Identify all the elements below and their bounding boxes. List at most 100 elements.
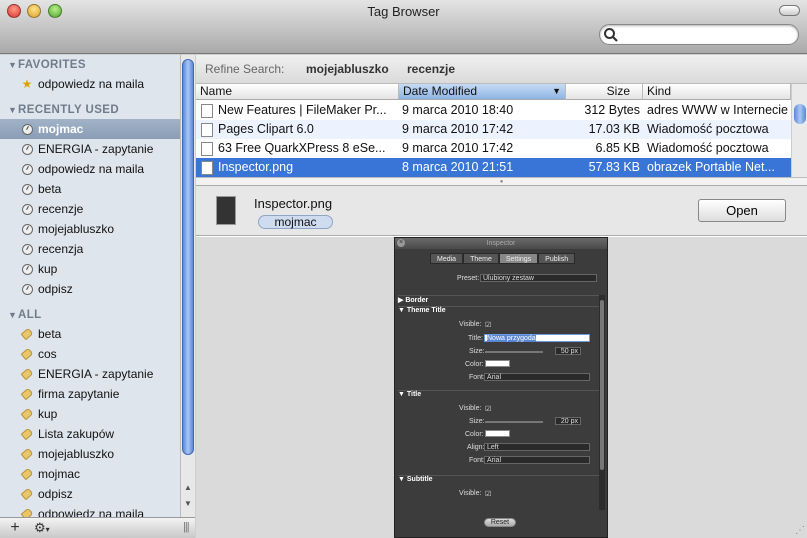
table-cell-kind: obrazek Portable Net... bbox=[647, 160, 775, 174]
sidebar-item[interactable]: ENERGIA - zapytanie bbox=[0, 139, 180, 159]
inspector-screenshot-preview: × Inspector Media Theme Settings Publish… bbox=[394, 237, 608, 538]
table-cell-size: 57.83 KB bbox=[588, 160, 640, 174]
refine-tag-mojejabluszko[interactable]: mojejabluszko bbox=[306, 62, 389, 76]
inspector-scrollbar bbox=[599, 295, 605, 510]
sidebar-item[interactable]: mojmac bbox=[0, 464, 180, 484]
sidebar-item[interactable]: kup bbox=[0, 404, 180, 424]
clock-icon bbox=[21, 263, 33, 275]
size-slider-2 bbox=[485, 421, 543, 423]
color-label-2: Color: bbox=[465, 431, 484, 438]
font-field-2: Arial bbox=[484, 456, 590, 464]
sidebar-item-label: odpowiedz na maila bbox=[38, 507, 145, 517]
sidebar-scrollbar[interactable]: ▲ ▼ bbox=[180, 55, 195, 517]
table-scroll-thumb[interactable] bbox=[794, 104, 806, 124]
table-cell-date: 8 marca 2010 21:51 bbox=[402, 160, 514, 174]
sidebar-item-label: odpisz bbox=[38, 487, 73, 501]
table-scrollbar[interactable] bbox=[791, 84, 807, 177]
border-section: ▶ Border bbox=[398, 295, 600, 304]
table-cell-date: 9 marca 2010 18:40 bbox=[402, 103, 514, 117]
tag-icon bbox=[20, 347, 34, 361]
sidebar-item[interactable]: mojmac bbox=[0, 119, 180, 139]
tag-icon bbox=[20, 387, 34, 401]
scroll-down-arrow-icon[interactable]: ▼ bbox=[184, 499, 192, 508]
resize-grip-icon[interactable]: ⋰ bbox=[795, 525, 805, 536]
file-icon bbox=[201, 142, 213, 156]
add-button[interactable]: + bbox=[5, 519, 25, 537]
table-cell-date: 9 marca 2010 17:42 bbox=[402, 122, 514, 136]
sidebar-item[interactable]: kup bbox=[0, 259, 180, 279]
refine-search-bar: Refine Search: mojejabluszko recenzje bbox=[196, 55, 807, 84]
sidebar-item[interactable]: cos bbox=[0, 344, 180, 364]
column-header-kind[interactable]: Kind bbox=[643, 84, 791, 100]
favorites-header[interactable]: ▼FAVORITES bbox=[8, 59, 86, 71]
column-header-size[interactable]: Size bbox=[566, 84, 643, 100]
search-field[interactable] bbox=[599, 24, 799, 45]
open-button[interactable]: Open bbox=[698, 199, 786, 222]
table-row[interactable]: New Features | FileMaker Pr... 9 marca 20… bbox=[196, 101, 791, 120]
sidebar-item-label: beta bbox=[38, 182, 62, 196]
sidebar-item[interactable]: recenzja bbox=[0, 239, 180, 259]
file-thumbnail bbox=[216, 196, 236, 225]
recently-used-header[interactable]: ▼RECENTLY USED bbox=[8, 104, 119, 116]
window-title: Tag Browser bbox=[367, 4, 440, 19]
sidebar-item-label: Lista zakupów bbox=[38, 427, 115, 441]
column-header-name[interactable]: Name bbox=[196, 84, 399, 100]
results-table: Name Date Modified ▼ Size Kind New Featur… bbox=[196, 84, 791, 177]
tag-icon bbox=[20, 487, 34, 501]
sidebar-item-label: firma zapytanie bbox=[38, 387, 120, 401]
size-field-2: 20 px bbox=[555, 417, 581, 425]
gear-menu-button[interactable]: ⚙▾ bbox=[34, 520, 50, 536]
sidebar-item[interactable]: ENERGIA - zapytanie bbox=[0, 364, 180, 384]
table-cell-kind: adres WWW w Internecie bbox=[647, 103, 789, 117]
column-header-date-modified[interactable]: Date Modified ▼ bbox=[399, 84, 566, 100]
sidebar-scroll-thumb[interactable] bbox=[182, 59, 194, 455]
sidebar-item-label: ENERGIA - zapytanie bbox=[38, 142, 154, 156]
size-field-1: 50 px bbox=[555, 347, 581, 355]
visible-label-2: Visible: bbox=[459, 405, 482, 412]
refine-search-label: Refine Search: bbox=[205, 62, 285, 76]
color-swatch-2 bbox=[485, 430, 510, 437]
sidebar-item[interactable]: mojejabluszko bbox=[0, 444, 180, 464]
font-label: Font: bbox=[469, 374, 485, 381]
sidebar-item[interactable]: Lista zakupów bbox=[0, 424, 180, 444]
sidebar-item[interactable]: recenzje bbox=[0, 199, 180, 219]
refine-tag-recenzje[interactable]: recenzje bbox=[407, 62, 455, 76]
sidebar-item[interactable]: odpowiedz na maila bbox=[0, 159, 180, 179]
sidebar-item-label: ENERGIA - zapytanie bbox=[38, 367, 154, 381]
close-icon: × bbox=[397, 239, 405, 247]
sidebar-item-label: cos bbox=[38, 347, 57, 361]
table-row[interactable]: 63 Free QuarkXPress 8 eSe... 9 marca 2010… bbox=[196, 139, 791, 158]
table-cell-name: Inspector.png bbox=[218, 160, 294, 174]
inspector-tabs: Media Theme Settings Publish bbox=[430, 253, 576, 264]
size-label: Size: bbox=[469, 348, 485, 355]
clock-icon bbox=[21, 203, 33, 215]
table-cell-kind: Wiadomość pocztowa bbox=[647, 141, 769, 155]
sidebar-item[interactable]: mojejabluszko bbox=[0, 219, 180, 239]
table-row[interactable]: Pages Clipart 6.0 9 marca 2010 17:42 17.03… bbox=[196, 120, 791, 139]
inspector-tab-theme: Theme bbox=[463, 253, 499, 264]
detail-tag-badge[interactable]: mojmac bbox=[258, 215, 333, 229]
checkbox-icon: ☑ bbox=[485, 322, 492, 329]
pane-splitter[interactable]: ● bbox=[196, 177, 807, 186]
sidebar-item[interactable]: firma zapytanie bbox=[0, 384, 180, 404]
color-label: Color: bbox=[465, 361, 484, 368]
tag-icon bbox=[20, 327, 34, 341]
split-resize-handle[interactable]: ||| bbox=[183, 521, 190, 533]
scroll-up-arrow-icon[interactable]: ▲ bbox=[184, 483, 192, 492]
table-row[interactable]: Inspector.png 8 marca 2010 21:51 57.83 KB o… bbox=[196, 158, 791, 177]
sidebar-item[interactable]: odpowiedz na maila bbox=[0, 504, 180, 517]
visible-label: Visible: bbox=[459, 321, 482, 328]
clock-icon bbox=[21, 143, 33, 155]
sidebar-item[interactable]: beta bbox=[0, 324, 180, 344]
sidebar-item[interactable]: odpisz bbox=[0, 484, 180, 504]
title-section: ▼ Title bbox=[398, 390, 600, 398]
sort-descending-icon: ▼ bbox=[552, 86, 561, 96]
sidebar-item[interactable]: beta bbox=[0, 179, 180, 199]
align-label: Align: bbox=[467, 444, 485, 451]
search-input[interactable] bbox=[622, 27, 792, 42]
toolbar-toggle-button[interactable] bbox=[779, 5, 800, 16]
sidebar-item[interactable]: odpisz bbox=[0, 279, 180, 299]
checkbox-icon: ☑ bbox=[485, 406, 492, 413]
all-header[interactable]: ▼ALL bbox=[8, 309, 42, 321]
sidebar-item[interactable]: ★ odpowiedz na maila bbox=[0, 74, 180, 94]
